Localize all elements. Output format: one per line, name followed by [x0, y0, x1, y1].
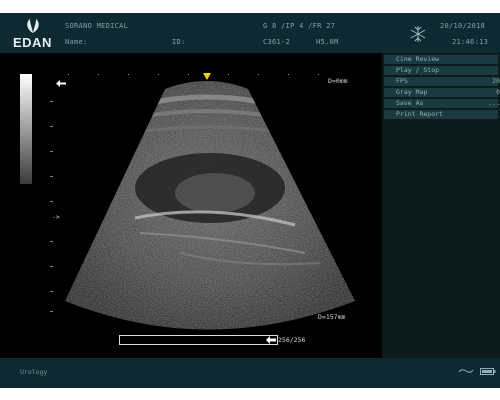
scale-dot: [188, 74, 189, 75]
patient-id-label: ID:: [172, 38, 186, 46]
header-bar: EDAN SORANO MEDICAL Name: ID: G 8 /IP 4 …: [0, 13, 500, 53]
cine-frame-counter: 256/256: [278, 336, 306, 344]
menu-item-label: FPS: [396, 77, 408, 85]
logo-text: EDAN: [13, 35, 52, 50]
footer-bar: Urology: [0, 358, 500, 388]
probe-model: C361-2: [263, 38, 291, 46]
depth-tick: [50, 176, 53, 177]
cine-scrollbar[interactable]: [119, 335, 278, 345]
battery-icon: [480, 368, 496, 375]
depth-tick: [50, 101, 53, 102]
freeze-snowflake-icon[interactable]: [409, 25, 427, 43]
depth-tick: [50, 201, 53, 202]
patient-name-label: Name:: [65, 38, 88, 46]
cine-menu-panel: Cine Review Play / Stop FPS 20 Gray Map …: [382, 53, 500, 358]
depth-bottom-label: D=157mm: [318, 313, 346, 321]
edan-logo: EDAN: [10, 17, 58, 51]
grayscale-bar: [20, 74, 32, 184]
menu-item-cine-review[interactable]: Cine Review: [384, 55, 498, 64]
scale-dot: [288, 74, 289, 75]
direction-arrow-icon: [56, 80, 66, 87]
hospital-name: SORANO MEDICAL: [65, 22, 129, 30]
menu-item-label: Play / Stop: [396, 66, 440, 74]
menu-item-value: 20: [492, 77, 500, 85]
menu-item-print-report[interactable]: Print Report: [384, 110, 498, 119]
probe-frequency: H5.0M: [316, 38, 339, 46]
menu-item-label: Cine Review: [396, 55, 440, 63]
scale-dot: [258, 74, 259, 75]
scale-dot: [68, 74, 69, 75]
menu-item-label: Gray Map: [396, 88, 428, 96]
depth-tick: [50, 151, 53, 152]
connection-wave-icon: [458, 369, 474, 373]
depth-top-label: D=0mm: [328, 77, 348, 85]
cine-cursor-icon[interactable]: [266, 336, 276, 344]
scale-dot: [98, 74, 99, 75]
scale-dot: [158, 74, 159, 75]
exam-type-label: Urology: [20, 368, 48, 376]
depth-tick: [50, 291, 53, 292]
menu-item-label: Print Report: [396, 110, 443, 118]
orientation-marker-icon: [203, 73, 211, 80]
menu-item-value: ...: [488, 99, 500, 107]
menu-item-value: 0: [496, 88, 500, 96]
ultrasound-image-area[interactable]: -> D=0mm D=157mm 256/256: [0, 53, 382, 358]
depth-tick: [50, 311, 53, 312]
scale-dot: [128, 74, 129, 75]
menu-item-label: Save As: [396, 99, 424, 107]
imaging-params: G 8 /IP 4 /FR 27: [263, 22, 336, 30]
depth-tick: [50, 266, 53, 267]
depth-tick: [50, 126, 53, 127]
exam-date: 20/10/2018: [440, 22, 486, 30]
scale-dot: [228, 74, 229, 75]
scale-dot: [318, 74, 319, 75]
menu-item-save-as[interactable]: Save As ...: [384, 99, 500, 108]
menu-item-play-stop[interactable]: Play / Stop: [384, 66, 498, 75]
ultrasound-screen: EDAN SORANO MEDICAL Name: ID: G 8 /IP 4 …: [0, 0, 500, 400]
focus-marker[interactable]: ->: [52, 213, 60, 221]
menu-item-gray-map[interactable]: Gray Map 0: [384, 88, 500, 97]
menu-item-fps[interactable]: FPS 20: [384, 77, 500, 86]
depth-tick: [50, 241, 53, 242]
edan-logo-icon: [27, 19, 39, 33]
exam-time: 21:46:13: [452, 38, 489, 46]
